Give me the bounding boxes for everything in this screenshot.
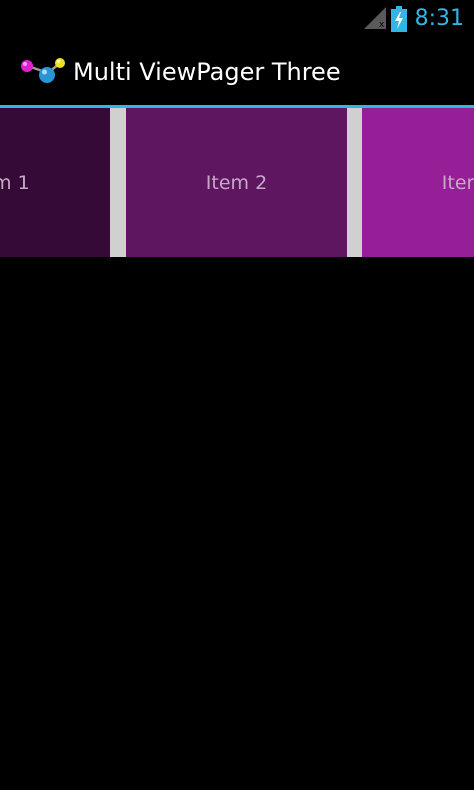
status-bar: x 8:31 [0,0,474,38]
pager-item-label: Item 1 [0,171,30,194]
pager-item-3[interactable]: Item 3 [362,108,474,257]
pager-item-label: Item 3 [441,171,474,194]
molecule-app-icon[interactable] [18,55,66,89]
view-pager[interactable]: Item 1 Item 2 Item 3 [0,108,474,257]
svg-text:x: x [379,20,385,29]
pager-item-label: Item 2 [205,171,268,194]
status-time: 8:31 [414,6,464,31]
action-bar: Multi ViewPager Three [0,38,474,105]
pager-item-2[interactable]: Item 2 [126,108,347,257]
empty-content-area [0,257,474,790]
page-title: Multi ViewPager Three [73,58,341,86]
battery-charging-icon [391,6,407,32]
pager-item-1[interactable]: Item 1 [0,108,110,257]
signal-no-service-icon: x [364,7,386,29]
